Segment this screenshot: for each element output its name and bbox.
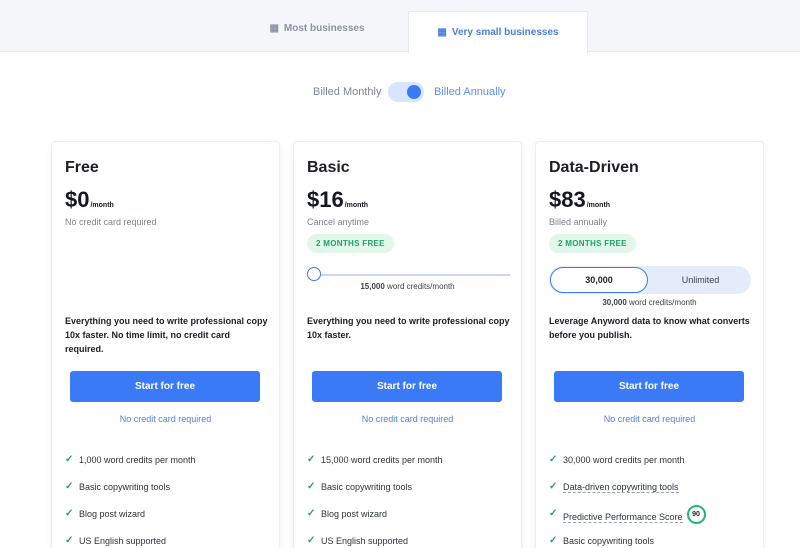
months-free-badge: 2 MONTHS FREE (307, 234, 394, 253)
check-icon: ✓ (549, 508, 558, 519)
feature-list: ✓ 1,000 word credits per month ✓ Basic cop… (65, 454, 271, 548)
tab-label: Most businesses (283, 22, 365, 34)
price-amount: $16 (307, 187, 344, 212)
no-credit-card-link[interactable]: No credit card required (536, 414, 763, 424)
plan-description: Everything you need to write professiona… (307, 316, 510, 340)
plan-card-data-driven: Data-Driven $83/month Billed annually 2 … (535, 141, 764, 548)
price-period: /month (344, 202, 369, 209)
check-icon: ✓ (549, 535, 558, 546)
check-icon: ✓ (65, 508, 74, 519)
price-amount: $0 (65, 187, 90, 212)
plan-price: $83/month (549, 187, 610, 213)
tab-label: Very small businesses (451, 27, 559, 38)
credits-value: 15,000 (360, 282, 385, 291)
plan-price: $0/month (65, 187, 114, 213)
feature-item: ✓ 15,000 word credits per month (307, 454, 513, 481)
word-credits-slider[interactable] (307, 267, 510, 281)
word-credits-readout: 30,000 word credits/month (536, 298, 763, 307)
check-icon: ✓ (65, 535, 74, 546)
feature-text: Basic copywriting tools (321, 482, 413, 492)
check-icon: ✓ (549, 481, 558, 492)
check-icon: ✓ (65, 454, 74, 465)
slider-track (312, 274, 510, 276)
check-icon: ✓ (307, 454, 316, 465)
feature-text: 1,000 word credits per month (79, 455, 196, 465)
audience-tabbar: ▦ Most businesses ▦ Very small businesse… (0, 0, 800, 53)
plan-subtitle: No credit card required (65, 217, 157, 227)
start-for-free-button[interactable]: Start for free (312, 371, 502, 402)
credits-segmented-control: 30,000 Unlimited (549, 266, 751, 294)
no-credit-card-link[interactable]: No credit card required (294, 414, 521, 424)
feature-text: Basic copywriting tools (79, 482, 171, 492)
feature-item[interactable]: ✓ Data-driven copywriting tools (549, 481, 755, 508)
start-for-free-button[interactable]: Start for free (554, 371, 744, 402)
check-icon: ✓ (307, 481, 316, 492)
feature-text: Blog post wizard (79, 509, 146, 519)
feature-item: ✓ Blog post wizard (307, 508, 513, 535)
feature-list: ✓ 30,000 word credits per month ✓ Data-dri… (549, 454, 755, 548)
start-for-free-button[interactable]: Start for free (70, 371, 260, 402)
plan-subtitle: Billed annually (549, 217, 608, 227)
plan-card-free: Free $0/month No credit card required Ev… (51, 141, 280, 548)
feature-item: ✓ 1,000 word credits per month (65, 454, 271, 481)
no-credit-card-link[interactable]: No credit card required (52, 414, 279, 424)
billing-toggle-row: Billed Monthly Billed Annually (0, 80, 800, 104)
plan-description: Leverage Anyword data to know what conve… (549, 316, 750, 340)
feature-list: ✓ 15,000 word credits per month ✓ Basic co… (307, 454, 513, 548)
feature-item[interactable]: ✓ Predictive Performance Score 90 (549, 505, 755, 535)
billed-monthly-label[interactable]: Billed Monthly (313, 86, 381, 98)
check-icon: ✓ (65, 481, 74, 492)
plan-name: Free (65, 159, 99, 176)
credits-value: 30,000 (602, 298, 627, 307)
feature-text: 30,000 word credits per month (563, 455, 685, 465)
plan-price: $16/month (307, 187, 368, 213)
toggle-knob (407, 85, 421, 99)
building-icon: ▦ (269, 22, 279, 34)
feature-text: Blog post wizard (321, 509, 388, 519)
price-period: /month (586, 202, 611, 209)
feature-text: US English supported (79, 536, 167, 546)
months-free-badge: 2 MONTHS FREE (549, 234, 636, 253)
feature-item: ✓ Basic copywriting tools (65, 481, 271, 508)
check-icon: ✓ (549, 454, 558, 465)
feature-item: ✓ 30,000 word credits per month (549, 454, 755, 481)
plan-description: Everything you need to write professiona… (65, 316, 268, 354)
segment-option-unlimited[interactable]: Unlimited (650, 266, 751, 294)
slider-thumb[interactable] (307, 267, 321, 281)
price-period: /month (90, 202, 114, 209)
credits-suffix: word credits/month (626, 298, 697, 307)
check-icon: ✓ (307, 508, 316, 519)
feature-item: ✓ US English supported (65, 535, 271, 548)
check-icon: ✓ (307, 535, 316, 546)
billed-annually-label[interactable]: Billed Annually (434, 86, 506, 98)
plan-subtitle: Cancel anytime (307, 217, 370, 227)
feature-text: US English supported (321, 536, 409, 546)
tab-most-businesses[interactable]: ▦ Most businesses (258, 10, 376, 46)
plan-card-basic: Basic $16/month Cancel anytime 2 MONTHS … (293, 141, 522, 548)
feature-item: ✓ Basic copywriting tools (307, 481, 513, 508)
plan-name: Basic (307, 159, 350, 176)
credits-suffix: word credits/month (384, 282, 455, 291)
feature-item: ✓ Basic copywriting tools (549, 535, 755, 548)
billing-toggle[interactable] (388, 82, 424, 102)
feature-text-tooltip[interactable]: Predictive Performance Score (563, 511, 683, 523)
feature-text-tooltip[interactable]: Data-driven copywriting tools (563, 482, 679, 493)
feature-text: 15,000 word credits per month (321, 455, 443, 465)
word-credits-readout: 15,000 word credits/month (294, 282, 521, 291)
feature-text: Basic copywriting tools (563, 536, 655, 546)
price-amount: $83 (549, 187, 586, 212)
tab-very-small-businesses[interactable]: ▦ Very small businesses (408, 11, 588, 53)
segment-option-30000[interactable]: 30,000 (550, 267, 648, 293)
performance-score-badge: 90 (686, 505, 706, 524)
office-icon: ▦ (437, 27, 447, 38)
feature-item: ✓ US English supported (307, 535, 513, 548)
plan-name: Data-Driven (549, 159, 639, 176)
feature-item: ✓ Blog post wizard (65, 508, 271, 535)
